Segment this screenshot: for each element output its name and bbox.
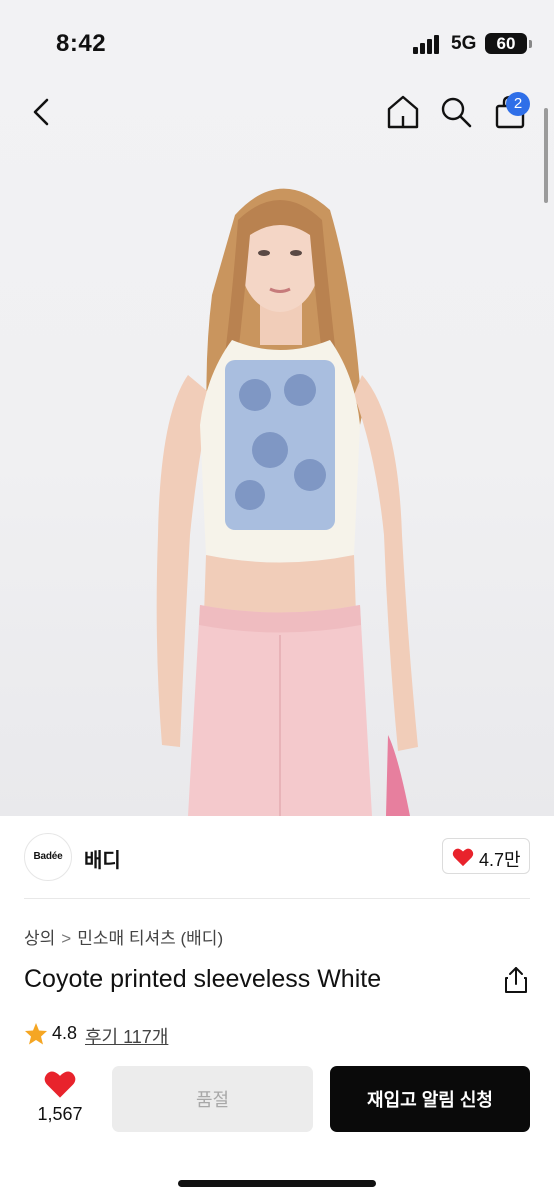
back-icon[interactable] bbox=[26, 96, 58, 128]
brand-name[interactable]: 배디 bbox=[84, 844, 121, 873]
breadcrumb-category[interactable]: 상의 bbox=[24, 924, 55, 949]
battery-icon: 60 bbox=[485, 33, 532, 54]
heart-icon bbox=[452, 848, 474, 867]
restock-alert-button[interactable]: 재입고 알림 신청 bbox=[330, 1066, 530, 1132]
share-icon[interactable] bbox=[503, 966, 529, 994]
soldout-button[interactable]: 품절 bbox=[112, 1066, 313, 1132]
brand-row: Badée 배디 4.7만 bbox=[0, 816, 554, 900]
cart-count-badge: 2 bbox=[506, 92, 530, 116]
reviews-link[interactable]: 후기 117개 bbox=[85, 1023, 168, 1049]
search-icon[interactable] bbox=[439, 95, 473, 129]
breadcrumb: 상의 > 민소매 티셔츠 (배디) bbox=[24, 924, 223, 949]
home-indicator bbox=[178, 1180, 376, 1187]
brand-like-count: 4.7만 bbox=[479, 850, 521, 870]
signal-icon bbox=[413, 34, 443, 54]
brand-like-button[interactable]: 4.7만 bbox=[442, 838, 530, 874]
breadcrumb-subcategory[interactable]: 민소매 티셔츠 (배디) bbox=[77, 924, 223, 949]
wishlist-count: 1,567 bbox=[37, 1104, 83, 1124]
scrollbar[interactable] bbox=[544, 108, 548, 203]
wishlist-heart-icon[interactable] bbox=[43, 1069, 77, 1099]
home-icon[interactable] bbox=[386, 94, 420, 130]
breadcrumb-separator: > bbox=[61, 929, 72, 948]
model-image bbox=[156, 188, 418, 816]
network-label: 5G bbox=[451, 33, 477, 54]
brand-logo[interactable]: Badée bbox=[24, 833, 72, 881]
status-bar: 8:42 5G 60 bbox=[0, 0, 554, 80]
product-title: Coyote printed sleeveless White bbox=[24, 965, 382, 993]
star-icon bbox=[25, 1023, 47, 1045]
rating-value: 4.8 bbox=[52, 1023, 78, 1043]
status-time: 8:42 bbox=[56, 30, 107, 57]
divider bbox=[24, 898, 530, 899]
